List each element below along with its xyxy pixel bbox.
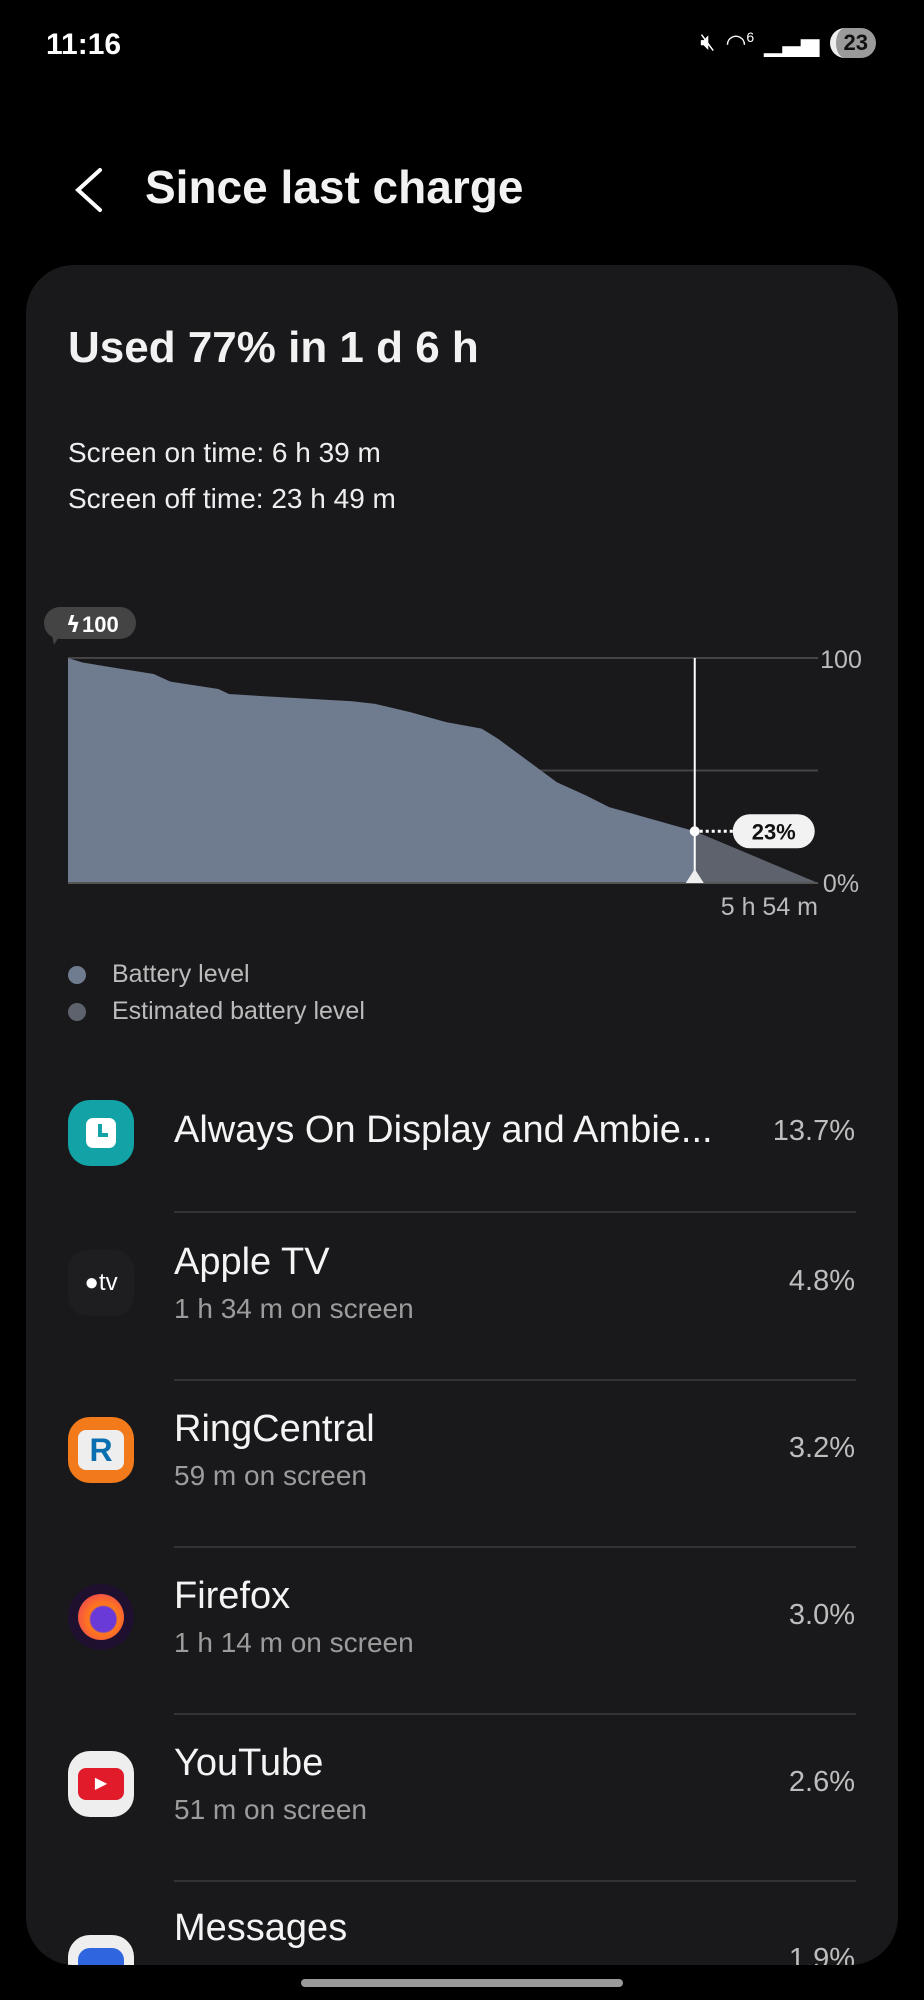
lightning-icon: ϟ — [66, 613, 81, 638]
wifi-6-icon: ◠6 — [725, 28, 755, 57]
apple-tv-icon: ●tv — [68, 1250, 134, 1316]
app-row-always-on-display[interactable]: Always On Display and Ambie... 13.7% — [26, 1065, 898, 1232]
messages-icon — [68, 1935, 134, 1965]
app-percent: 3.2% — [788, 1432, 855, 1464]
divider — [174, 1713, 856, 1715]
app-percent: 1.9% — [788, 1943, 855, 1965]
legend-estimated-level: Estimated battery level — [68, 997, 365, 1026]
legend-dot — [68, 965, 86, 984]
app-row-firefox[interactable]: Firefox 1 h 14 m on screen 3.0% — [26, 1549, 898, 1716]
app-screen-time: 51 m on screen — [174, 1794, 367, 1825]
app-name: RingCentral — [174, 1408, 375, 1450]
chevron-left-icon — [75, 168, 102, 212]
usage-card: Used 77% in 1 d 6 h Screen on time: 6 h … — [26, 265, 898, 1965]
y-tick-0: 0% — [823, 870, 859, 898]
legend-dot — [68, 1002, 86, 1021]
legend-label: Battery level — [112, 960, 250, 988]
app-name: YouTube — [174, 1742, 324, 1784]
current-level-label: 23% — [752, 819, 796, 844]
divider — [174, 1379, 856, 1381]
current-level-point — [689, 826, 700, 837]
app-row-apple-tv[interactable]: ●tv Apple TV 1 h 34 m on screen 4.8% — [26, 1215, 898, 1382]
status-time: 11:16 — [46, 28, 122, 61]
app-screen-time: 1 h 14 m on screen — [174, 1627, 414, 1658]
divider — [174, 1880, 856, 1882]
youtube-icon: ▶ — [68, 1751, 134, 1817]
divider — [174, 1546, 856, 1548]
ringcentral-icon: R — [68, 1417, 134, 1483]
app-row-ringcentral[interactable]: R RingCentral 59 m on screen 3.2% — [26, 1382, 898, 1549]
app-name: Firefox — [174, 1575, 291, 1617]
battery-icon: 23 — [829, 28, 876, 58]
y-tick-100: 100 — [820, 646, 862, 674]
divider — [174, 1211, 856, 1213]
app-name: Always On Display and Ambie... — [174, 1109, 713, 1151]
home-indicator[interactable] — [301, 1979, 623, 1987]
legend-battery-level: Battery level — [68, 960, 250, 989]
app-screen-time: 1 h 34 m on screen — [174, 1293, 414, 1324]
start-badge-value: 100 — [82, 612, 119, 637]
status-icons: 🔇︎ ◠6 ▁▃▅ 23 — [700, 28, 876, 58]
app-percent: 13.7% — [772, 1115, 855, 1147]
app-row-youtube[interactable]: ▶ YouTube 51 m on screen 2.6% — [26, 1716, 898, 1883]
clock-icon — [68, 1100, 134, 1166]
firefox-icon — [68, 1584, 134, 1650]
app-percent: 3.0% — [788, 1599, 855, 1631]
start-badge: ϟ 100 — [44, 607, 136, 645]
page-title: Since last charge — [145, 161, 524, 213]
battery-chart[interactable]: 23% 100 0% 5 h 54 m ϟ 100 — [26, 265, 898, 925]
app-name: Messages — [174, 1907, 348, 1949]
app-screen-time: 59 m on screen — [174, 1460, 367, 1491]
legend-label: Estimated battery level — [112, 997, 365, 1025]
app-percent: 2.6% — [788, 1766, 855, 1798]
mute-icon: 🔇︎ — [700, 29, 716, 56]
signal-icon: ▁▃▅ — [764, 29, 820, 57]
app-name: Apple TV — [174, 1241, 330, 1283]
app-percent: 4.8% — [788, 1265, 855, 1297]
back-button[interactable] — [70, 160, 110, 220]
remaining-time-label: 5 h 54 m — [721, 893, 818, 921]
app-row-messages[interactable]: Messages 1.9% — [26, 1883, 898, 1965]
